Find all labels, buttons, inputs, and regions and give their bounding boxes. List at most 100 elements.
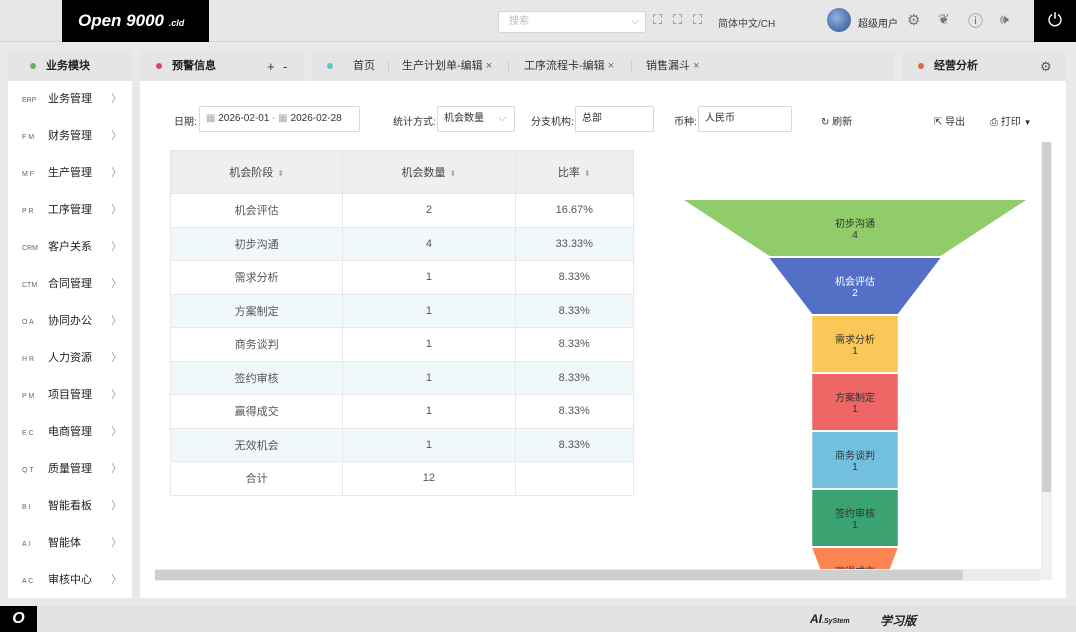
table-row[interactable]: 初步沟通 4 33.33% (169, 226, 634, 261)
sidebar-item[interactable]: Q T 质量管理 〉 (8, 451, 132, 488)
sidebar-item[interactable]: A C 审核中心 〉 (8, 562, 132, 599)
tab-sales-funnel[interactable]: 销售漏斗 × (646, 52, 700, 81)
table-cell: 8.33% (514, 360, 634, 395)
table-cell: 1 (342, 327, 516, 362)
funnel-label: 签约审核 (835, 507, 875, 520)
table-cell: 需求分析 (169, 260, 344, 295)
sidebar-item[interactable]: P M 项目管理 〉 (8, 377, 132, 414)
search-input[interactable]: 搜索 ⌵ (498, 11, 646, 33)
scroll-thumb[interactable] (155, 570, 963, 580)
sidebar-item[interactable]: A I 智能体 〉 (8, 525, 132, 562)
sidebar-item[interactable]: O A 协同办公 〉 (8, 303, 132, 340)
language-switch[interactable]: 简体中文/CH (718, 15, 775, 30)
refresh-button[interactable]: ↻ 刷新 (821, 113, 852, 128)
date-label: 日期: (174, 117, 197, 128)
stat-select[interactable]: 机会数量 ⌵ (437, 106, 515, 132)
app-logo[interactable]: Open 9000 .cld (62, 0, 209, 42)
sidebar-item-label: 智能看板 (48, 500, 92, 512)
chevron-right-icon: 〉 (111, 315, 122, 327)
exit-fullscreen-icon[interactable]: ⛶ (673, 12, 682, 28)
table-row[interactable]: 机会评估 2 16.67% (169, 193, 634, 228)
funnel-segment[interactable] (812, 548, 898, 569)
sidebar-item-label: 质量管理 (48, 463, 92, 475)
sidebar-item[interactable]: CTM 合同管理 〉 (8, 266, 132, 303)
sidebar-title: 业务模块 (46, 60, 90, 72)
chevron-down-icon: ⌵ (631, 16, 639, 27)
close-icon[interactable]: × (486, 60, 492, 72)
chevron-right-icon: 〉 (111, 537, 122, 549)
gear-icon[interactable]: ⚙ (907, 11, 920, 29)
table-row[interactable]: 无效机会 1 8.33% (169, 427, 634, 462)
add-button[interactable]: + (267, 52, 275, 81)
tab-process-card[interactable]: 工序流程卡-编辑 × (524, 52, 614, 81)
chevron-right-icon: 〉 (111, 389, 122, 401)
tab-label: 工序流程卡-编辑 (524, 60, 605, 72)
sidebar-item[interactable]: B I 智能看板 〉 (8, 488, 132, 525)
gear-icon[interactable]: ⚙ (1040, 52, 1052, 81)
table-row[interactable]: 商务谈判 1 8.33% (169, 327, 634, 362)
chevron-right-icon: 〉 (111, 278, 122, 290)
username[interactable]: 超级用户 (858, 15, 898, 30)
power-icon[interactable]: ⏻ (1034, 0, 1076, 42)
column-header-count[interactable]: 机会数量 ⬍ (342, 150, 516, 194)
help-icon[interactable]: ⓘ (968, 10, 983, 31)
export-button[interactable]: ⇱ 导出 (934, 113, 965, 128)
horizontal-scrollbar[interactable] (155, 569, 1041, 581)
funnel-value: 1 (852, 462, 858, 473)
column-header-ratio[interactable]: 比率 ⬍ (514, 150, 634, 194)
sort-icon: ⬍ (583, 169, 591, 178)
sidebar-item[interactable]: M F 生产管理 〉 (8, 155, 132, 192)
module-code: P R (22, 208, 34, 215)
table-cell: 1 (342, 394, 516, 429)
footer-logo[interactable]: O (0, 606, 37, 632)
table-row[interactable]: 赢得成交 1 8.33% (169, 394, 634, 429)
column-header-stage[interactable]: 机会阶段 ⬍ (169, 150, 344, 194)
collapse-button[interactable]: - (283, 52, 287, 81)
print-label: 打印 (1000, 117, 1021, 128)
table-cell: 16.67% (514, 193, 634, 228)
sidebar-item[interactable]: H R 人力资源 〉 (8, 340, 132, 377)
sidebar-item[interactable]: F M 财务管理 〉 (8, 118, 132, 155)
close-icon[interactable]: × (608, 60, 614, 72)
module-code: ERP (22, 97, 37, 104)
currency-input[interactable]: 人民币 (698, 106, 792, 132)
table-row[interactable]: 签约审核 1 8.33% (169, 360, 634, 395)
speaker-icon[interactable]: 🕪 (1000, 11, 1009, 28)
sort-icon: ⬍ (449, 169, 457, 178)
table-row[interactable]: 需求分析 1 8.33% (169, 260, 634, 295)
chevron-right-icon: 〉 (111, 204, 122, 216)
search-placeholder: 搜索 (509, 16, 529, 27)
sidebar-item[interactable]: ERP 业务管理 〉 (8, 81, 132, 118)
scroll-thumb[interactable] (1042, 142, 1051, 492)
tab-production-plan[interactable]: 生产计划单-编辑 × (402, 52, 492, 81)
sidebar-item[interactable]: P R 工序管理 〉 (8, 192, 132, 229)
funnel-value: 2 (852, 288, 858, 299)
expand-icon[interactable]: ⛶ (693, 12, 702, 28)
sidebar-item-label: 客户关系 (48, 241, 92, 253)
avatar[interactable] (827, 8, 851, 32)
sidebar-item-label: 业务管理 (48, 93, 92, 105)
funnel-label: 初步沟通 (835, 217, 875, 230)
vertical-scrollbar[interactable] (1041, 142, 1052, 580)
tab-home[interactable]: 首页 (353, 52, 375, 81)
chevron-right-icon: 〉 (111, 93, 122, 105)
branch-input[interactable]: 总部 (575, 106, 654, 132)
tab-label: 生产计划单-编辑 (402, 60, 483, 72)
chevron-right-icon: 〉 (111, 574, 122, 586)
funnel-table: 机会阶段 ⬍ 机会数量 ⬍ 比率 ⬍ 机会评估 2 16.67% 初步沟通 4 33.33% 需求… (169, 150, 634, 496)
sidebar-item[interactable]: E C 电商管理 〉 (8, 414, 132, 451)
header-label: 机会阶段 (229, 167, 274, 179)
table-cell: 8.33% (514, 327, 634, 362)
close-icon[interactable]: × (693, 60, 699, 72)
print-button[interactable]: ⎙ 打印 ▼ (990, 113, 1031, 128)
branch-value: 总部 (582, 113, 602, 124)
fullscreen-icon[interactable]: ⛶ (653, 12, 662, 28)
module-code: CRM (22, 245, 38, 252)
date-range-picker[interactable]: ▦ 2026-02-01 - ▦ 2026-02-28 (199, 106, 360, 132)
module-code: F M (22, 134, 35, 141)
table-row[interactable]: 方案制定 1 8.33% (169, 293, 634, 328)
skin-icon[interactable]: ❦ (938, 11, 950, 28)
sidebar-item[interactable]: CRM 客户关系 〉 (8, 229, 132, 266)
stat-value: 机会数量 (444, 113, 484, 124)
date-end: 2026-02-28 (290, 113, 342, 124)
